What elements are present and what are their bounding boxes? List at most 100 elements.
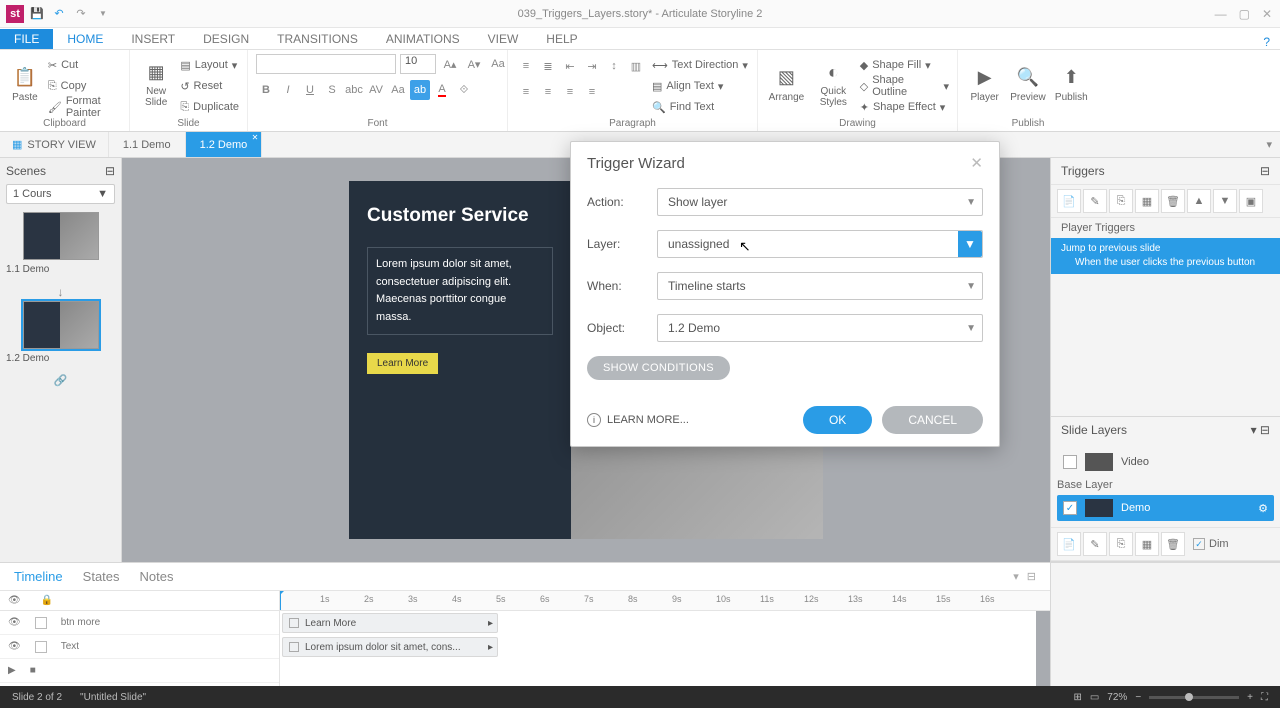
columns-icon[interactable]: ▥	[626, 56, 646, 76]
chevron-down-icon[interactable]: ▼	[958, 231, 982, 257]
copy-button[interactable]: ⎘ Copy	[48, 77, 121, 95]
layer-row-video[interactable]: Video	[1057, 449, 1274, 475]
trigger-item[interactable]: Jump to previous slide When the user cli…	[1051, 238, 1280, 274]
justify-icon[interactable]: ≡	[582, 82, 602, 102]
maximize-button[interactable]: ▢	[1239, 7, 1250, 21]
tab-home[interactable]: HOME	[53, 29, 117, 49]
slide-thumb-1[interactable]	[23, 301, 99, 349]
tab-notes[interactable]: Notes	[140, 569, 174, 584]
timeline-bar-0[interactable]: Learn More▸	[282, 613, 498, 633]
layout-button[interactable]: ▤ Layout ▾	[180, 56, 239, 74]
new-trigger-icon[interactable]: 📄	[1057, 189, 1081, 213]
learn-more-link[interactable]: iLEARN MORE...	[587, 413, 689, 427]
tab-states[interactable]: States	[83, 569, 120, 584]
preview-button[interactable]: 🔍Preview	[1009, 54, 1046, 114]
stop-icon[interactable]: ■	[30, 665, 36, 676]
indent-icon[interactable]: ⇥	[582, 56, 602, 76]
tab-animations[interactable]: ANIMATIONS	[372, 29, 474, 49]
close-button[interactable]: ✕	[1262, 7, 1272, 21]
timeline-bar-1[interactable]: Lorem ipsum dolor sit amet, cons...▸	[282, 637, 498, 657]
layer-row-base[interactable]: ✓ Demo ⚙	[1057, 495, 1274, 521]
redo-icon[interactable]: ↷	[70, 3, 92, 25]
close-icon[interactable]: ✕	[252, 133, 259, 142]
font-size-select[interactable]: 10	[400, 54, 436, 74]
new-slide-button[interactable]: ▦New Slide	[138, 54, 174, 114]
tab-file[interactable]: FILE	[0, 29, 53, 49]
font-color-icon[interactable]: A	[432, 80, 452, 100]
highlight-icon[interactable]: ab	[410, 80, 430, 100]
collapse-ribbon-icon[interactable]: ▾	[1258, 132, 1280, 157]
shape-effect-button[interactable]: ✦ Shape Effect ▾	[860, 98, 949, 116]
dialog-close-icon[interactable]: ✕	[970, 154, 983, 172]
zoom-fit-icon[interactable]: ⛶	[1261, 692, 1268, 703]
ok-button[interactable]: OK	[803, 406, 872, 434]
text-direction-button[interactable]: ⟷ Text Direction ▾	[652, 56, 748, 74]
lock-icon[interactable]: 🔒	[41, 595, 53, 606]
tab-help[interactable]: HELP	[532, 29, 591, 49]
italic-icon[interactable]: I	[278, 80, 298, 100]
zoom-out-icon[interactable]: −	[1135, 692, 1141, 703]
help-icon[interactable]: ?	[1263, 35, 1270, 49]
player-button[interactable]: ▶Player	[966, 54, 1003, 114]
edit-layer-icon[interactable]: ✎	[1083, 532, 1107, 556]
move-up-icon[interactable]: ▲	[1187, 189, 1211, 213]
clear-format-icon[interactable]: Aa	[488, 54, 508, 74]
paste-trigger-icon[interactable]: ▦	[1135, 189, 1159, 213]
slide-tab-1[interactable]: 1.2 Demo✕	[186, 132, 263, 157]
zoom-slider[interactable]	[1149, 696, 1239, 699]
slide-tab-0[interactable]: 1.1 Demo	[109, 132, 186, 157]
cut-button[interactable]: ✂ Cut	[48, 56, 121, 74]
play-icon[interactable]: ▶	[8, 665, 16, 676]
dup-layer-icon[interactable]: ⎘	[1109, 532, 1133, 556]
align-right-icon[interactable]: ≡	[560, 82, 580, 102]
format-painter-button[interactable]: 🖌 Format Painter	[48, 98, 121, 116]
eye-icon[interactable]: 👁	[8, 595, 21, 606]
scrollbar[interactable]	[1036, 611, 1050, 686]
zoom-in-icon[interactable]: +	[1247, 692, 1253, 703]
layer-checkbox[interactable]	[1063, 455, 1077, 469]
duplicate-button[interactable]: ⎘ Duplicate	[180, 98, 239, 116]
tab-transitions[interactable]: TRANSITIONS	[263, 29, 372, 49]
publish-button[interactable]: ⬆Publish	[1053, 54, 1090, 114]
cancel-button[interactable]: CANCEL	[882, 406, 983, 434]
timeline-collapse-icon[interactable]: ▾	[1013, 570, 1019, 583]
line-spacing-icon[interactable]: ↕	[604, 56, 624, 76]
text-effects-icon[interactable]: ⟐	[454, 80, 474, 100]
action-select[interactable]: Show layer▼	[657, 188, 983, 216]
timeline-popout-icon[interactable]: ⊟	[1027, 570, 1036, 583]
strike-icon[interactable]: S	[322, 80, 342, 100]
underline-icon[interactable]: U	[300, 80, 320, 100]
arrange-button[interactable]: ▧Arrange	[766, 54, 807, 114]
delete-trigger-icon[interactable]: 🗑	[1161, 189, 1185, 213]
story-view-button[interactable]: ▦ STORY VIEW	[0, 132, 109, 157]
numbering-icon[interactable]: ≣	[538, 56, 558, 76]
layer-checkbox-base[interactable]: ✓	[1063, 501, 1077, 515]
spacing-icon[interactable]: AV	[366, 80, 386, 100]
minimize-button[interactable]: —	[1215, 7, 1227, 21]
variables-icon[interactable]: ▣	[1239, 189, 1263, 213]
collapse-icon[interactable]: ⊟	[105, 164, 115, 178]
edit-trigger-icon[interactable]: ✎	[1083, 189, 1107, 213]
reset-button[interactable]: ↺ Reset	[180, 77, 239, 95]
delete-layer-icon[interactable]: 🗑	[1161, 532, 1185, 556]
undo-icon[interactable]: ↶	[48, 3, 70, 25]
playhead[interactable]	[280, 591, 281, 610]
quick-styles-button[interactable]: ◐Quick Styles	[813, 54, 854, 114]
tab-timeline[interactable]: Timeline	[14, 569, 63, 584]
import-layer-icon[interactable]: ▦	[1135, 532, 1159, 556]
find-text-button[interactable]: 🔍 Find Text	[652, 98, 748, 116]
bullets-icon[interactable]: ≡	[516, 56, 536, 76]
qat-dropdown-icon[interactable]: ▼	[92, 3, 114, 25]
fit-icon[interactable]: ⊞	[1073, 692, 1081, 703]
view-icon[interactable]: ▭	[1090, 692, 1099, 703]
move-down-icon[interactable]: ▼	[1213, 189, 1237, 213]
align-center-icon[interactable]: ≡	[538, 82, 558, 102]
timeline-row-0[interactable]: 👁btn more	[0, 611, 279, 635]
tab-design[interactable]: DESIGN	[189, 29, 263, 49]
tab-view[interactable]: VIEW	[474, 29, 533, 49]
outdent-icon[interactable]: ⇤	[560, 56, 580, 76]
when-select[interactable]: Timeline starts▼	[657, 272, 983, 300]
save-icon[interactable]: 💾	[26, 3, 48, 25]
dim-checkbox[interactable]: ✓	[1193, 538, 1205, 550]
new-layer-icon[interactable]: 📄	[1057, 532, 1081, 556]
